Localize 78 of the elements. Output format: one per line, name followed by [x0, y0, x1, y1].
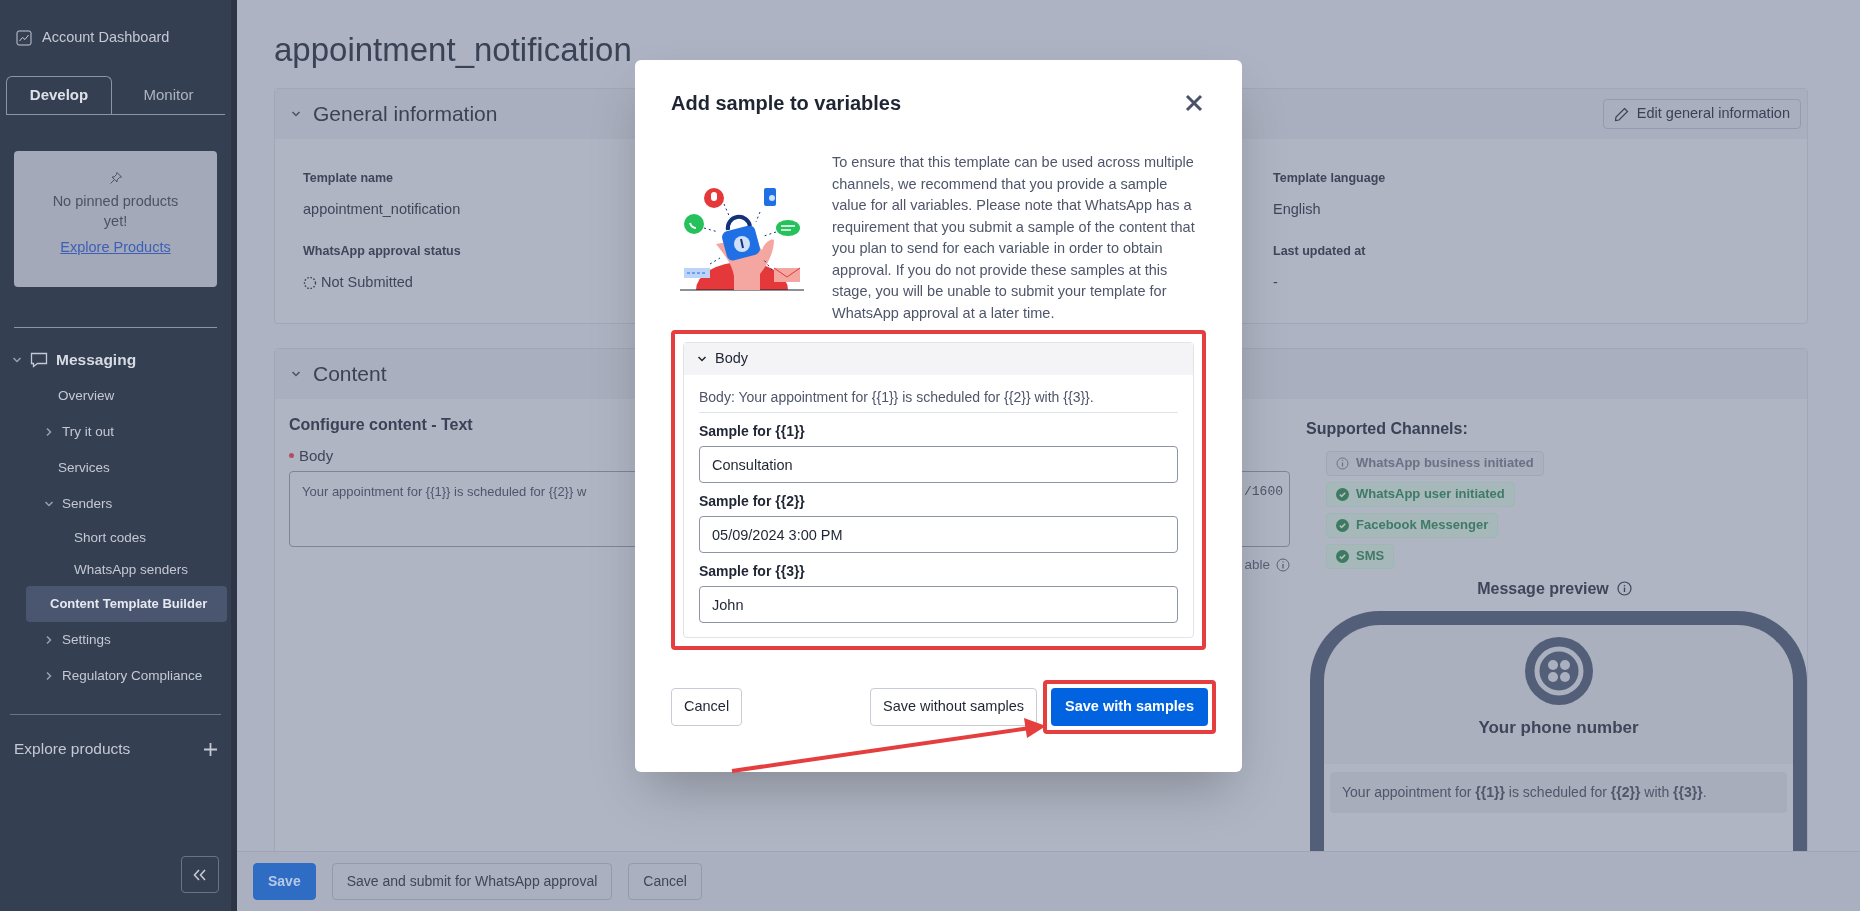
nav-item[interactable]: Content Template Builder	[26, 586, 227, 622]
nav-item[interactable]: WhatsApp senders	[0, 554, 231, 586]
field-label: Sample for {{2}}	[699, 492, 806, 511]
template-text: Body: Your appointment for {{1}} is scheduled for {{2}} with {{3}}.	[699, 387, 1178, 413]
footer-button[interactable]: Cancel	[628, 863, 702, 900]
nav-item[interactable]: Messaging	[0, 342, 231, 378]
check-circle-icon	[1336, 487, 1349, 501]
field-label: Template name	[303, 170, 394, 187]
sidebar-tab[interactable]: Monitor	[112, 76, 225, 114]
sidebar-tab[interactable]: Develop	[6, 76, 112, 114]
message-bubble: Your appointment for {{1}} is scheduled for {{2}} with {{3}}.	[1330, 772, 1787, 813]
accordion-header[interactable]: Body	[684, 343, 1193, 375]
chevron-down-icon	[697, 354, 707, 364]
channel-badge: SMS	[1326, 543, 1395, 569]
chevron-right-icon	[44, 427, 54, 437]
supported-channels-heading: Supported Channels:	[1306, 418, 1469, 439]
check-circle-icon	[1336, 518, 1349, 532]
field-value: appointment_notification	[303, 199, 461, 219]
field-label: Body	[299, 445, 334, 466]
plus-icon	[204, 742, 217, 756]
dialog-button[interactable]: Save with samples	[1051, 688, 1208, 726]
hint-text: able	[1244, 556, 1270, 574]
channel-badge: Facebook Messenger	[1326, 512, 1499, 538]
section-toggle[interactable]: General information	[291, 98, 498, 130]
channel-badge: WhatsApp business initiated	[1326, 450, 1544, 476]
section-subheading: Configure content - Text	[289, 414, 473, 435]
nav-item[interactable]: Senders	[0, 486, 231, 522]
dialog-button[interactable]: Save without samples	[870, 688, 1038, 726]
nav-item[interactable]: Overview	[0, 378, 231, 414]
double-chevron-left-icon	[193, 868, 207, 881]
close-icon	[1185, 94, 1203, 112]
dialog-title: Add sample to variables	[671, 91, 902, 116]
message-preview-heading: Message preview	[1477, 578, 1609, 599]
section-toggle[interactable]: Content	[291, 357, 387, 390]
field-value: English	[1273, 199, 1321, 219]
field-value: -	[1273, 272, 1278, 292]
sample-input-field[interactable]: Consultation	[699, 446, 1178, 483]
chat-icon	[30, 352, 48, 368]
contact-avatar-icon	[1524, 636, 1593, 705]
chevron-down-icon	[291, 109, 301, 119]
dialog-button[interactable]: Cancel	[671, 688, 743, 726]
nav-item[interactable]: Try it out	[0, 414, 231, 450]
body-text: Your appointment for {{1}} is scheduled for {{2}} w	[302, 483, 587, 501]
field-label: Last updated at	[1273, 242, 1366, 260]
chevron-down-icon	[44, 499, 54, 509]
character-counter: /1600	[1244, 483, 1283, 501]
collapse-sidebar-button[interactable]	[181, 856, 219, 893]
dashboard-link[interactable]: Account Dashboard	[0, 18, 231, 58]
chevron-down-icon	[12, 355, 22, 365]
info-icon	[1276, 558, 1290, 573]
field-value: Not Submitted	[303, 272, 413, 293]
dialog-description: To ensure that this template can be used across multiple channels, we recommend that you provide a sample value for all variables. Please note that WhatsApp has a requirement that you submit a sample of the content that you plan to send for each variable in order to obtain approval. If you do not provide these samples at this stage, you will be unable to submit your template for WhatsApp approval at a later time.	[832, 153, 1196, 323]
field-label: Template language	[1273, 170, 1386, 187]
chevron-right-icon	[44, 671, 54, 681]
footer-button[interactable]: Save and submit for WhatsApp approval	[331, 863, 613, 900]
field-label: WhatsApp approval status	[303, 242, 461, 260]
pencil-icon	[1613, 106, 1629, 122]
edit-general-information-button[interactable]: Edit general information	[1602, 99, 1801, 129]
pin-icon	[108, 171, 123, 185]
nav-item[interactable]: Settings	[0, 622, 231, 658]
channel-badge: WhatsApp user initiated	[1326, 481, 1515, 507]
empty-message: No pinned products yet!	[51, 192, 180, 231]
chevron-right-icon	[44, 635, 54, 645]
chart-icon	[16, 30, 32, 46]
explore-products-item[interactable]: Explore products	[0, 729, 231, 769]
dotted-circle-icon	[303, 275, 317, 290]
sample-input-field[interactable]: 05/09/2024 3:00 PM	[699, 516, 1178, 553]
nav-item[interactable]: Short codes	[0, 522, 231, 554]
sample-input-field[interactable]: John	[699, 586, 1178, 623]
field-label: Sample for {{1}}	[699, 422, 806, 441]
page-title: appointment_notification	[274, 30, 633, 70]
info-icon	[1616, 581, 1632, 596]
field-label: Sample for {{3}}	[699, 562, 806, 581]
nav-item[interactable]: Services	[0, 450, 231, 486]
phone-contact-name: Your phone number	[1478, 716, 1639, 739]
check-circle-icon	[1336, 549, 1349, 563]
nav-item[interactable]: Regulatory Compliance	[0, 658, 231, 694]
info-icon	[1336, 456, 1349, 470]
